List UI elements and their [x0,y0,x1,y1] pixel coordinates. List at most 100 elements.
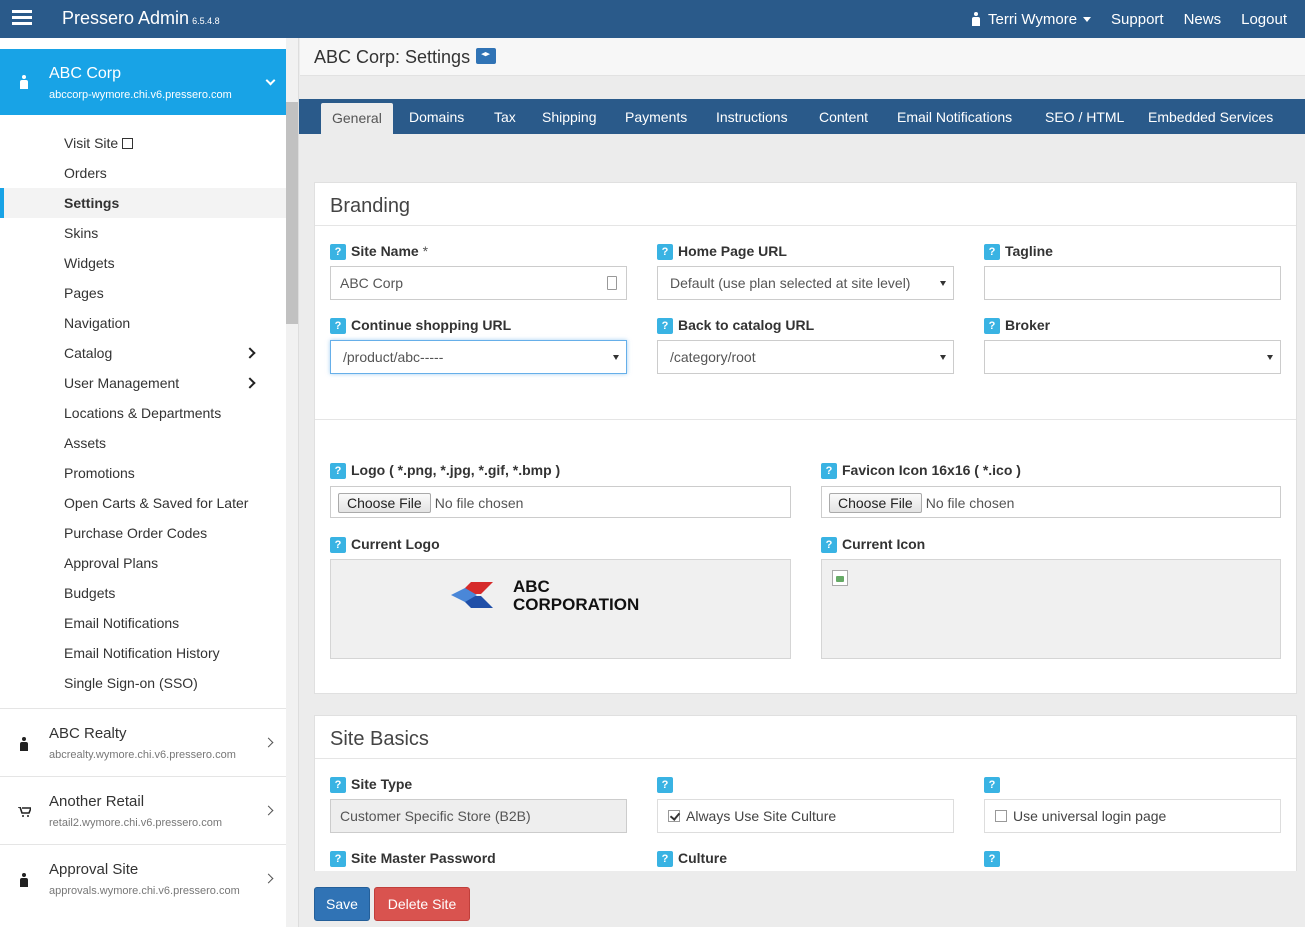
logo-file-input[interactable]: Choose File No file chosen [330,486,791,518]
help-icon[interactable]: ? [657,777,673,793]
support-link[interactable]: Support [1111,11,1164,28]
active-site-url: abccorp-wymore.chi.v6.pressero.com [49,89,232,101]
save-button[interactable]: Save [314,887,370,921]
menu-user-management[interactable]: User Management [0,368,286,398]
tab-general[interactable]: General [321,103,393,134]
extra-help: ? [984,850,1005,867]
graduation-cap-icon[interactable] [476,48,497,64]
menu-visit-site[interactable]: Visit Site [0,128,286,158]
tab-content[interactable]: Content [819,109,868,125]
label-text: Current Icon [842,536,926,552]
help-icon[interactable]: ? [984,851,1000,867]
site-name: Another Retail [49,793,145,810]
site-menu: Visit Site Orders Settings Skins Widgets… [0,128,286,698]
home-url-select[interactable]: Default (use plan selected at site level… [657,266,954,300]
menu-skins[interactable]: Skins [0,218,286,248]
chevron-right-icon [244,377,256,389]
menu-email-history[interactable]: Email Notification History [0,638,286,668]
no-file-text: No file chosen [925,495,1015,511]
site-item-abc-realty[interactable]: ABC Realty abcrealty.wymore.chi.v6.press… [0,708,286,776]
divider [315,758,1296,759]
current-icon-preview [821,559,1281,659]
menu-budgets[interactable]: Budgets [0,578,286,608]
favicon-file-input[interactable]: Choose File No file chosen [821,486,1281,518]
divider [315,225,1296,226]
tab-instructions[interactable]: Instructions [716,109,788,125]
help-icon[interactable]: ? [330,537,346,553]
menu-settings[interactable]: Settings [0,188,286,218]
help-icon[interactable]: ? [657,851,673,867]
chevron-right-icon [263,737,274,748]
help-icon[interactable]: ? [330,244,346,260]
culture-help: ? [657,776,678,793]
tagline-input[interactable] [984,266,1281,300]
label-text: Home Page URL [678,243,787,259]
app-title[interactable]: Pressero Admin 6.5.4.8 [62,8,220,29]
menu-po-codes[interactable]: Purchase Order Codes [0,518,286,548]
select-value: /category/root [670,349,756,365]
menu-pages[interactable]: Pages [0,278,286,308]
tab-domains[interactable]: Domains [409,109,464,125]
menu-sso[interactable]: Single Sign-on (SSO) [0,668,286,698]
menu-promotions[interactable]: Promotions [0,458,286,488]
menu-open-carts[interactable]: Open Carts & Saved for Later [0,488,286,518]
site-item-another-retail[interactable]: Another Retail retail2.wymore.chi.v6.pre… [0,776,286,844]
site-item-approval-site[interactable]: Approval Site approvals.wymore.chi.v6.pr… [0,844,286,912]
tab-tax[interactable]: Tax [494,109,516,125]
help-icon[interactable]: ? [330,851,346,867]
help-icon[interactable]: ? [984,244,1000,260]
user-menu[interactable]: Terri Wymore [971,11,1092,28]
sidebar-scrollbar-thumb[interactable] [286,102,298,324]
checkbox-checked[interactable] [668,810,680,822]
tagline-label: ? Tagline [984,243,1053,260]
choose-file-button[interactable]: Choose File [829,493,922,513]
site-name-input[interactable]: ABC Corp [330,266,627,300]
current-logo-preview: ABC CORPORATION [330,559,791,659]
help-icon[interactable]: ? [821,463,837,479]
logo-text-line2: CORPORATION [513,595,640,614]
always-site-culture-checkbox[interactable]: Always Use Site Culture [657,799,954,833]
divider [315,419,1296,420]
tab-email-notifications[interactable]: Email Notifications [897,109,1012,125]
site-type-field: Customer Specific Store (B2B) [330,799,627,833]
help-icon[interactable]: ? [657,318,673,334]
help-icon[interactable]: ? [821,537,837,553]
dropdown-arrow-icon [1267,355,1273,360]
home-url-label: ? Home Page URL [657,243,787,260]
person-icon [19,873,29,887]
dropdown-arrow-icon [613,355,619,360]
menu-locations[interactable]: Locations & Departments [0,398,286,428]
sidebar: ABC Corp abccorp-wymore.chi.v6.pressero.… [0,38,299,927]
checkbox-unchecked[interactable] [995,810,1007,822]
broker-select[interactable] [984,340,1281,374]
tab-embedded-services[interactable]: Embedded Services [1148,109,1273,125]
help-icon[interactable]: ? [330,777,346,793]
help-icon[interactable]: ? [984,777,1000,793]
menu-widgets[interactable]: Widgets [0,248,286,278]
universal-login-checkbox[interactable]: Use universal login page [984,799,1281,833]
tab-shipping[interactable]: Shipping [542,109,597,125]
tab-seo-html[interactable]: SEO / HTML [1045,109,1124,125]
menu-catalog[interactable]: Catalog [0,338,286,368]
news-link[interactable]: News [1184,11,1222,28]
menu-navigation[interactable]: Navigation [0,308,286,338]
choose-file-button[interactable]: Choose File [338,493,431,513]
master-password-label: ? Site Master Password [330,850,496,867]
logout-link[interactable]: Logout [1241,11,1287,28]
active-site[interactable]: ABC Corp abccorp-wymore.chi.v6.pressero.… [0,49,286,115]
logo-label: ? Logo ( *.png, *.jpg, *.gif, *.bmp ) [330,462,560,479]
branding-panel: Branding ? Site Name * ABC Corp ? Home Pag… [314,182,1297,694]
help-icon[interactable]: ? [657,244,673,260]
help-icon[interactable]: ? [984,318,1000,334]
menu-approval-plans[interactable]: Approval Plans [0,548,286,578]
continue-url-select[interactable]: /product/abc----- [330,340,627,374]
menu-orders[interactable]: Orders [0,158,286,188]
help-icon[interactable]: ? [330,463,346,479]
help-icon[interactable]: ? [330,318,346,334]
tab-payments[interactable]: Payments [625,109,687,125]
menu-toggle-icon[interactable] [12,10,32,26]
catalog-url-select[interactable]: /category/root [657,340,954,374]
menu-email-notifications[interactable]: Email Notifications [0,608,286,638]
delete-site-button[interactable]: Delete Site [374,887,470,921]
menu-assets[interactable]: Assets [0,428,286,458]
